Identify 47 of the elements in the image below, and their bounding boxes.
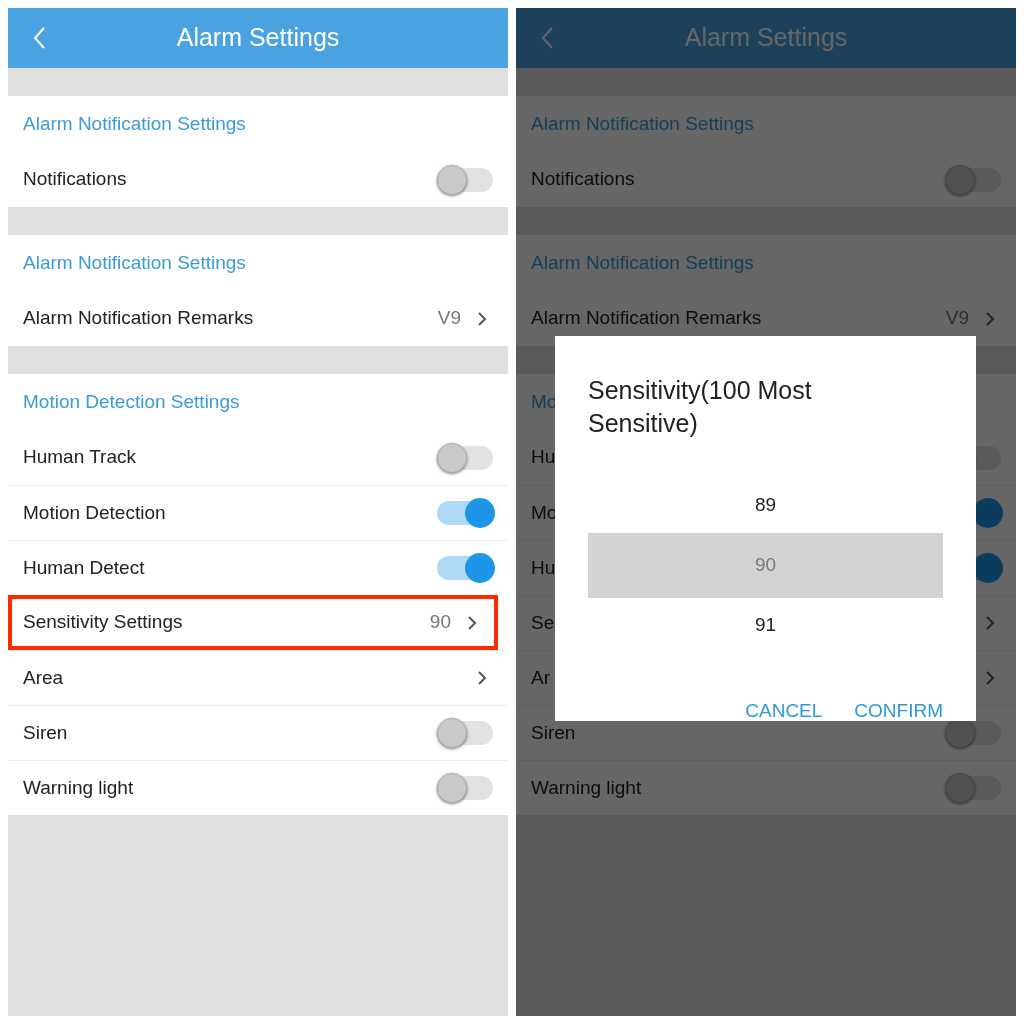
screen-title: Alarm Settings xyxy=(684,22,848,54)
toggle-switch[interactable] xyxy=(437,167,493,192)
toggle-switch[interactable] xyxy=(437,721,493,745)
chevron-icon xyxy=(477,310,487,327)
toggle-switch[interactable] xyxy=(437,556,493,580)
dialog-title: Sensitivity(100 Most Sensitive) xyxy=(588,375,813,439)
row-label: Area xyxy=(23,665,64,690)
row-label: Human Track xyxy=(23,445,136,470)
row-label: Hu xyxy=(531,445,556,470)
chevron-icon xyxy=(985,615,995,631)
row-label: Notifications xyxy=(23,167,127,192)
row-label: Siren xyxy=(23,720,68,745)
settings-row[interactable]: Sensitivity Settings 90 xyxy=(8,595,498,650)
chevron-icon xyxy=(467,614,477,631)
picker-option[interactable]: 89 xyxy=(588,478,943,533)
row-label: Motion Detection xyxy=(23,500,166,525)
toggle-switch[interactable] xyxy=(437,445,493,470)
chevron-icon xyxy=(985,670,995,686)
row-label: Human Detect xyxy=(23,555,145,580)
toggle-switch[interactable] xyxy=(437,501,493,525)
row-label: Hu xyxy=(531,555,556,580)
toggle-switch[interactable] xyxy=(945,721,1001,745)
row-label: Warning light xyxy=(23,775,134,800)
toggle-switch[interactable] xyxy=(945,167,1001,192)
row-label: Sensitivity Settings xyxy=(23,610,183,635)
toggle-switch[interactable] xyxy=(945,776,1001,800)
row-label: Siren xyxy=(531,720,576,745)
row-label: Se xyxy=(531,610,555,635)
section-title: Alarm Notification Settings xyxy=(531,250,754,275)
row-label: Alarm Notification Remarks xyxy=(23,306,254,331)
chevron-icon xyxy=(985,310,995,327)
section-title: Alarm Notification Settings xyxy=(23,250,246,275)
row-value: V9 xyxy=(437,306,461,331)
row-label: Alarm Notification Remarks xyxy=(531,306,762,331)
row-label: Warning light xyxy=(531,775,642,800)
toggle-switch[interactable] xyxy=(437,776,493,800)
picker-option[interactable]: 91 xyxy=(588,598,943,653)
row-value: 90 xyxy=(429,610,451,635)
back-icon[interactable] xyxy=(540,26,554,50)
row-label: Notifications xyxy=(531,167,635,192)
row-label: Ar xyxy=(531,665,550,690)
section-title: Alarm Notification Settings xyxy=(23,111,246,136)
section-title: Motion Detection Settings xyxy=(23,389,240,414)
back-icon[interactable] xyxy=(32,26,46,50)
chevron-icon xyxy=(477,670,487,686)
section-title: Alarm Notification Settings xyxy=(531,111,754,136)
screen-title: Alarm Settings xyxy=(176,22,340,54)
